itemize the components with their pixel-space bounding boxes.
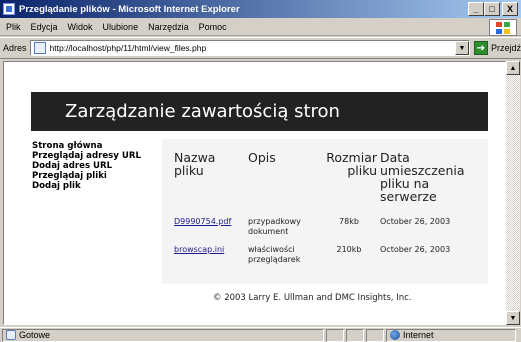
window-controls: _ □ X: [468, 2, 518, 16]
menu-tools[interactable]: Narzędzia: [148, 22, 189, 32]
go-label: Przejdź: [490, 43, 521, 53]
status-cell: [346, 328, 364, 342]
address-label: Adres: [3, 43, 27, 53]
menu-help[interactable]: Pomoc: [199, 22, 227, 32]
nav-link-add-url[interactable]: Dodaj adres URL: [32, 161, 141, 171]
go-arrow-icon: ➔: [473, 41, 488, 55]
go-button[interactable]: ➔ Przejdź: [473, 41, 521, 55]
column-header-name: Nazwa pliku: [174, 150, 216, 178]
page-icon: [6, 330, 16, 340]
scroll-up-icon[interactable]: ▲: [506, 61, 520, 75]
nav-link-home[interactable]: Strona główna: [32, 141, 141, 151]
close-button[interactable]: X: [502, 2, 518, 16]
file-date: October 26, 2003: [380, 217, 451, 226]
table-row: D9990754.pdf przypadkowy dokument 78kb O…: [174, 217, 474, 237]
status-cell: [366, 328, 384, 342]
scroll-down-icon[interactable]: ▼: [506, 311, 520, 325]
status-cell: [326, 328, 344, 342]
page-icon: [33, 42, 46, 54]
file-description: przypadkowy dokument: [248, 217, 301, 236]
file-link[interactable]: browscap.ini: [174, 245, 224, 254]
zone-label: Internet: [403, 330, 434, 340]
menu-view[interactable]: Widok: [68, 22, 93, 32]
page-title: Zarządzanie zawartością stron: [65, 101, 340, 122]
page-footer: © 2003 Larry E. Ullman and DMC Insights,…: [213, 293, 412, 303]
column-header-date: Data umieszczenia pliku na serwerze: [380, 150, 465, 204]
minimize-button[interactable]: _: [468, 2, 484, 16]
vertical-scrollbar[interactable]: ▲ ▼: [506, 61, 520, 325]
ie-app-icon: [3, 3, 15, 15]
nav-link-view-files[interactable]: Przeglądaj pliki: [32, 171, 141, 181]
nav-link-add-file[interactable]: Dodaj plik: [32, 181, 141, 191]
files-panel: Nazwa pliku Opis Rozmiar pliku Data umie…: [162, 139, 488, 284]
table-header-row: Nazwa pliku Opis Rozmiar pliku Data umie…: [174, 151, 474, 203]
address-input[interactable]: [49, 43, 450, 53]
chevron-down-icon[interactable]: ▼: [454, 41, 469, 55]
files-table: Nazwa pliku Opis Rozmiar pliku Data umie…: [174, 151, 474, 265]
file-size: 210kb: [336, 245, 362, 254]
menu-edit[interactable]: Edycja: [31, 22, 58, 32]
file-date: October 26, 2003: [380, 245, 451, 254]
column-header-size: Rozmiar pliku: [326, 150, 377, 178]
sidebar-nav: Strona główna Przeglądaj adresy URL Doda…: [32, 141, 141, 191]
globe-icon: [390, 330, 400, 340]
maximize-button[interactable]: □: [484, 2, 500, 16]
menu-bar: Plik Edycja Widok Ulubione Narzędzia Pom…: [0, 19, 521, 36]
column-header-description: Opis: [248, 150, 276, 165]
title-bar: Przeglądanie plików - Microsoft Internet…: [0, 0, 521, 18]
status-text-cell: Gotowe: [2, 328, 324, 342]
status-bar: Gotowe Internet: [0, 327, 521, 342]
status-text: Gotowe: [19, 330, 51, 340]
menu-favorites[interactable]: Ulubione: [103, 22, 139, 32]
page-viewport: Zarządzanie zawartością stron Strona głó…: [3, 61, 506, 325]
windows-logo-icon: [489, 19, 517, 36]
page-banner: Zarządzanie zawartością stron: [31, 92, 488, 131]
table-row: browscap.ini właściwości przeglądarek 21…: [174, 245, 474, 265]
nav-link-view-urls[interactable]: Przeglądaj adresy URL: [32, 151, 141, 161]
menu-file[interactable]: Plik: [6, 22, 21, 32]
address-bar: Adres ▼ ➔ Przejdź: [0, 37, 521, 59]
file-size: 78kb: [339, 217, 359, 226]
security-zone: Internet: [386, 328, 516, 342]
address-field[interactable]: ▼: [29, 40, 470, 56]
window-title: Przeglądanie plików - Microsoft Internet…: [19, 3, 240, 15]
file-description: właściwości przeglądarek: [248, 245, 301, 264]
file-link[interactable]: D9990754.pdf: [174, 217, 231, 226]
